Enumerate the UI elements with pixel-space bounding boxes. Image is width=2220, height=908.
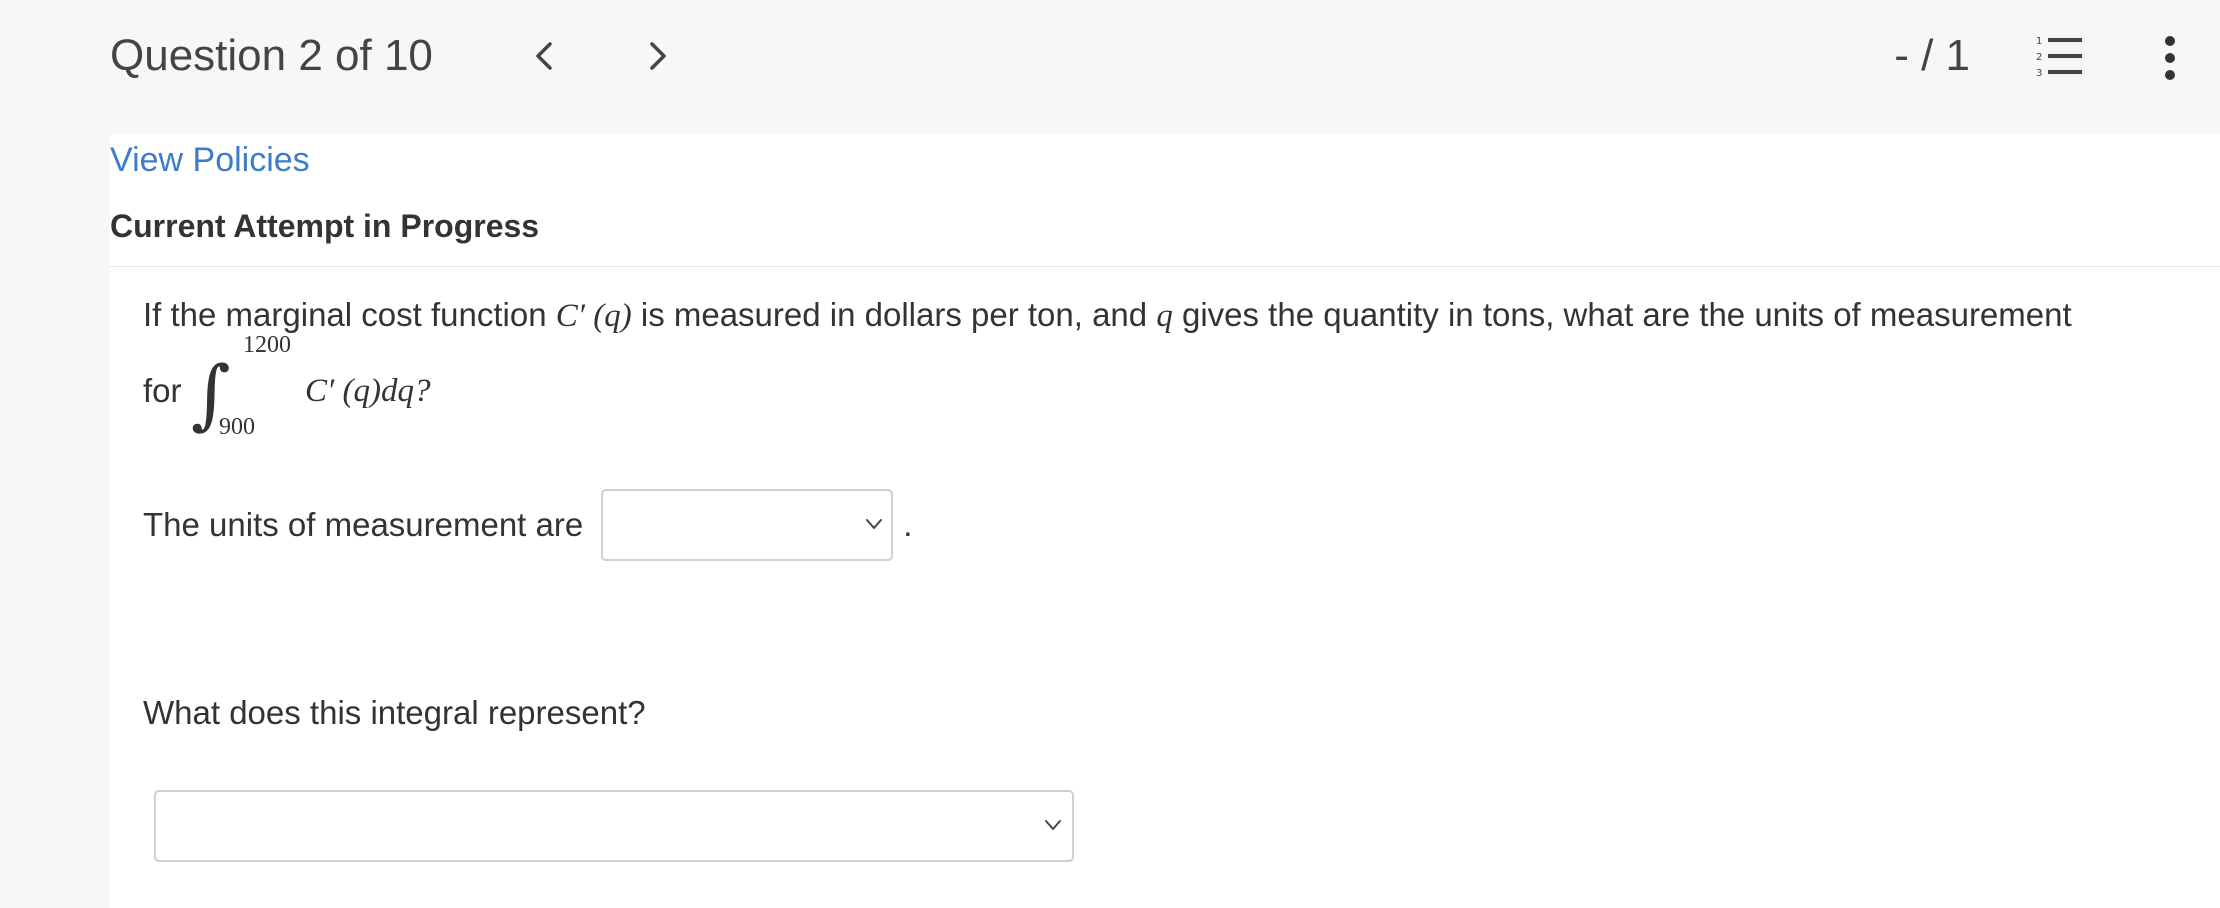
integral-upper-limit: 1200 <box>243 332 291 358</box>
chevron-right-icon <box>650 42 666 70</box>
prompt-text-1: If the marginal cost function <box>143 296 556 333</box>
question-prompt: If the marginal cost function C′ (q) is … <box>143 290 2072 341</box>
left-gutter <box>0 134 110 908</box>
for-word: for <box>143 372 182 409</box>
more-vertical-icon <box>2165 36 2175 46</box>
units-dropdown[interactable] <box>601 489 894 561</box>
attempt-heading: Current Attempt in Progress <box>110 208 540 244</box>
view-policies-link[interactable]: View Policies <box>110 138 310 182</box>
score-display: - / 1 <box>1894 31 1970 80</box>
chevron-down-icon <box>866 519 883 529</box>
prompt-text-2: is measured in dollars per ton, and <box>631 296 1157 333</box>
units-label: The units of measurement are <box>143 506 584 543</box>
question-header: Question 2 of 10 - / 1 1 2 3 <box>0 0 2220 134</box>
represent-dropdown[interactable] <box>154 790 1074 862</box>
integral-expression: for ∫ 1200 900 C′ (q)dq? <box>143 332 543 444</box>
more-vertical-dot <box>2165 70 2175 80</box>
previous-question-button[interactable] <box>522 34 566 78</box>
svg-text:3: 3 <box>2036 68 2042 79</box>
integrand: C′ (q)dq? <box>305 373 431 409</box>
prompt-text-3: gives the quantity in tons, what are the… <box>1172 296 2072 333</box>
q-variable: q <box>1156 298 1173 334</box>
section-divider <box>110 266 2220 267</box>
units-answer-row: The units of measurement are . <box>143 488 912 562</box>
svg-text:2: 2 <box>2036 52 2042 63</box>
question-counter: Question 2 of 10 <box>110 31 433 80</box>
numbered-list-icon: 1 2 3 <box>2036 36 2082 79</box>
chevron-left-icon <box>536 42 552 70</box>
more-vertical-dot <box>2165 53 2175 63</box>
sentence-period: . <box>903 506 913 543</box>
question-list-button[interactable]: 1 2 3 <box>2032 32 2086 82</box>
represent-question: What does this integral represent? <box>143 694 646 731</box>
chevron-down-icon <box>1045 820 1061 830</box>
next-question-button[interactable] <box>636 34 680 78</box>
integral-lower-limit: 900 <box>219 414 255 440</box>
c-prime-symbol: C′ <box>555 298 585 334</box>
svg-text:1: 1 <box>2036 36 2042 47</box>
more-options-button[interactable] <box>2152 30 2188 86</box>
c-prime-argument: (q) <box>584 298 632 334</box>
